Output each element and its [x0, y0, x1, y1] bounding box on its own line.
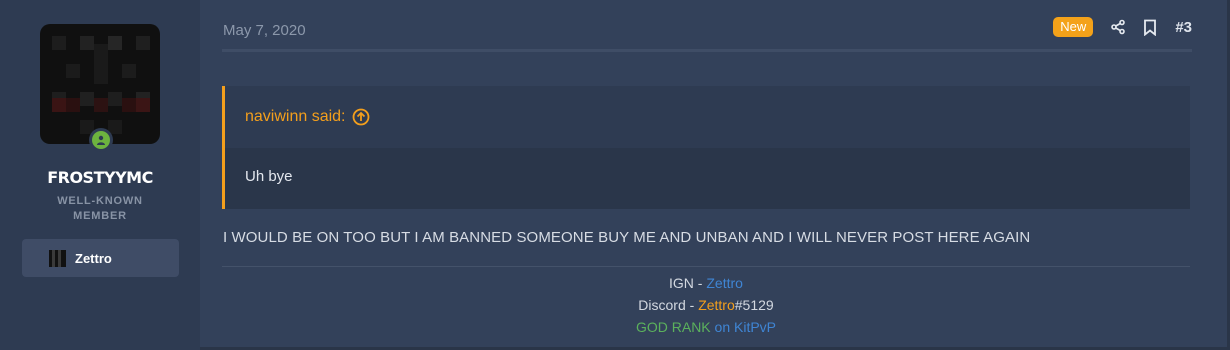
discord-tag: #5129	[734, 297, 774, 313]
post-date[interactable]: May 7, 2020	[223, 22, 306, 39]
signature: IGN - Zettro Discord - Zettro#5129 GOD R…	[222, 272, 1190, 338]
quote-author: naviwinn said:	[245, 108, 346, 125]
avatar-pixel	[52, 36, 66, 50]
avatar-pixel	[80, 36, 94, 50]
avatar-pixel	[66, 64, 80, 78]
avatar-pixel	[94, 98, 108, 112]
post-actions: New #3	[1053, 17, 1192, 37]
avatar-pixel	[108, 36, 122, 50]
quote-block: naviwinn said: Uh bye	[222, 86, 1190, 209]
ign-value: Zettro	[706, 275, 743, 291]
signature-ign-line: IGN - Zettro	[222, 272, 1190, 294]
user-title-line: MEMBER	[73, 210, 127, 222]
new-badge: New	[1053, 17, 1094, 37]
avatar-pixel	[122, 98, 136, 112]
avatar-pixel	[80, 92, 94, 106]
bookmark-icon[interactable]	[1141, 18, 1159, 36]
mini-avatar-icon	[49, 249, 66, 267]
rank-name: GOD RANK	[635, 319, 711, 335]
user-title: WELL-KNOWN MEMBER	[40, 194, 160, 224]
share-icon[interactable]	[1109, 18, 1127, 36]
post-header: May 7, 2020 New #3	[222, 0, 1192, 52]
avatar[interactable]	[40, 24, 160, 144]
quote-attribution[interactable]: naviwinn said:	[225, 86, 1190, 148]
discord-name: Zettro	[698, 297, 735, 313]
online-user-icon	[92, 131, 110, 149]
avatar-pixel	[122, 64, 136, 78]
ign-label: IGN -	[669, 275, 707, 291]
arrow-up-circle-icon[interactable]	[352, 108, 370, 126]
rank-suffix: on KitPvP	[710, 319, 777, 335]
user-banner-button[interactable]: Zettro	[22, 239, 179, 277]
quote-text: Uh bye	[245, 168, 293, 185]
post-container: FROSTYYMC WELL-KNOWN MEMBER Zettro May 7…	[0, 0, 1230, 350]
online-status	[89, 128, 113, 152]
user-sidebar: FROSTYYMC WELL-KNOWN MEMBER Zettro	[0, 0, 200, 350]
avatar-pixel	[136, 98, 150, 112]
avatar-pixel	[108, 92, 122, 106]
post-body: I WOULD BE ON TOO BUT I AM BANNED SOMEON…	[223, 229, 1031, 246]
user-banner-label: Zettro	[75, 250, 112, 266]
avatar-pixel	[136, 36, 150, 50]
username[interactable]: FROSTYYMC	[0, 168, 200, 187]
avatar-pixel	[52, 98, 66, 112]
avatar-pixel	[94, 44, 108, 84]
user-title-line: WELL-KNOWN	[57, 195, 143, 207]
discord-label: Discord -	[638, 297, 699, 313]
avatar-pixel	[66, 98, 80, 112]
signature-rank-line: GOD RANK on KitPvP	[222, 316, 1190, 338]
post-number-link[interactable]: #3	[1175, 19, 1192, 36]
signature-divider	[222, 266, 1190, 267]
signature-discord-line: Discord - Zettro#5129	[222, 294, 1190, 316]
